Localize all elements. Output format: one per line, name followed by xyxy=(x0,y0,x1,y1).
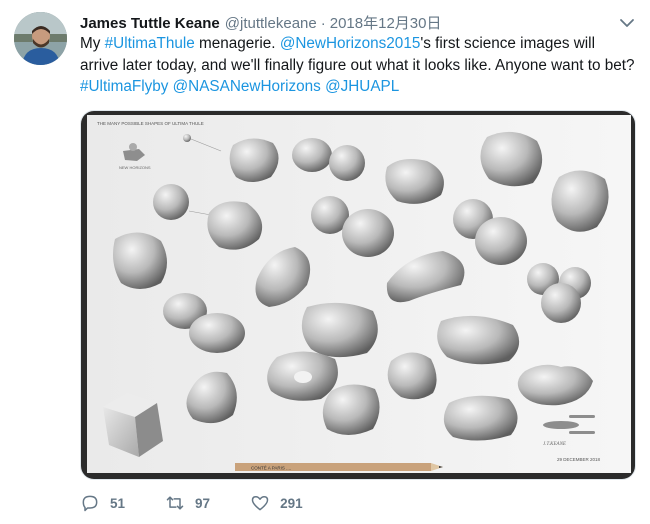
text-segment: My xyxy=(80,35,105,52)
shape-b-lobe2 xyxy=(329,145,365,181)
shape-e xyxy=(551,170,609,232)
shape-a xyxy=(229,138,279,182)
action-bar: 51 97 291 xyxy=(80,490,343,516)
shape-p xyxy=(437,315,520,365)
shape-o xyxy=(301,302,378,358)
heart-icon xyxy=(251,496,269,511)
shape-u xyxy=(443,395,518,441)
mention-newhorizons2015[interactable]: @NewHorizons2015 xyxy=(280,35,421,52)
tweet-image[interactable]: THE MANY POSSIBLE SHAPES OF ULTIMA THULE… xyxy=(80,110,636,480)
shape-f xyxy=(153,184,189,220)
shape-tiny-sphere xyxy=(183,134,191,142)
tweet-header: James Tuttle Keane @jtuttlekeane · 2018年… xyxy=(80,12,441,32)
shape-n-lobe2 xyxy=(189,313,245,353)
retweet-icon xyxy=(166,496,184,510)
probe-caption: NEW HORIZONS xyxy=(119,165,151,170)
hashtag-ultimaflyby[interactable]: #UltimaFlyby xyxy=(80,78,168,95)
reply-count: 51 xyxy=(110,495,126,511)
signature: J.T.KEANE xyxy=(543,442,566,447)
like-count: 291 xyxy=(280,495,303,511)
timestamp[interactable]: 2018年12月30日 xyxy=(330,12,442,33)
reply-icon xyxy=(82,495,98,512)
text-segment: menagerie. xyxy=(194,35,280,52)
author-name[interactable]: James Tuttle Keane xyxy=(80,15,220,32)
sheet-date: 29 DECEMBER 2018 xyxy=(557,457,601,462)
mention-nasanewhorizons[interactable]: @NASANewHorizons xyxy=(173,78,321,95)
shape-j xyxy=(113,232,167,289)
retweet-button[interactable]: 97 xyxy=(165,493,210,513)
retweet-count: 97 xyxy=(195,495,211,511)
separator-dot: · xyxy=(320,15,326,32)
hashtag-ultimathule[interactable]: #UltimaThule xyxy=(105,35,195,52)
reply-button[interactable]: 51 xyxy=(80,493,125,513)
pencil: CONTÉ A PARIS .... xyxy=(235,463,443,471)
chevron-down-icon[interactable] xyxy=(618,14,636,32)
mention-jhuapl[interactable]: @JHUAPL xyxy=(325,78,399,95)
shape-s xyxy=(322,384,380,435)
shape-d xyxy=(480,131,543,187)
torus-hole xyxy=(294,371,312,383)
pencil-label: CONTÉ A PARIS .... xyxy=(251,465,291,471)
author-handle[interactable]: @jtuttlekeane xyxy=(225,15,317,32)
like-button[interactable]: 291 xyxy=(250,493,303,513)
shape-h-lobe2 xyxy=(342,209,394,257)
avatar[interactable] xyxy=(14,12,67,65)
shape-m-lobe3 xyxy=(541,283,581,323)
sheet-title: THE MANY POSSIBLE SHAPES OF ULTIMA THULE xyxy=(97,121,204,126)
shape-b-lobe1 xyxy=(292,138,332,172)
tweet: James Tuttle Keane @jtuttlekeane · 2018年… xyxy=(0,0,650,524)
tweet-text: My #UltimaThule menagerie. @NewHorizons2… xyxy=(80,33,635,98)
shape-i-lobe2 xyxy=(475,217,527,265)
